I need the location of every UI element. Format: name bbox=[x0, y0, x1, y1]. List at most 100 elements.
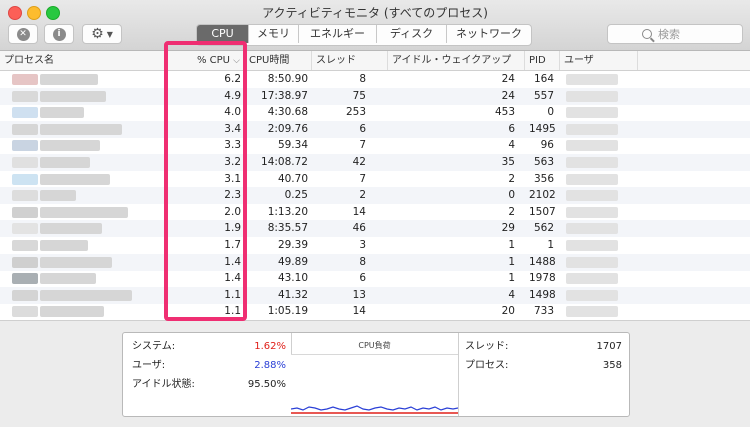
process-name-blurred bbox=[40, 223, 102, 235]
table-row[interactable]: 3.2 14:08.72 42 35 563 bbox=[0, 154, 750, 171]
idle-wakeups-cell: 2 bbox=[508, 205, 515, 218]
table-row[interactable]: 1.7 29.39 3 1 1 bbox=[0, 237, 750, 254]
user-name-blurred bbox=[566, 140, 618, 152]
column-header-cpu-time[interactable]: CPU時間 bbox=[245, 51, 312, 70]
user-name-blurred bbox=[566, 74, 618, 85]
chevron-down-icon: ▼ bbox=[106, 29, 113, 39]
table-row[interactable]: 1.4 43.10 6 1 1978 bbox=[0, 270, 750, 287]
process-name-blurred bbox=[40, 289, 132, 301]
x-circle-icon: ✕ bbox=[16, 27, 30, 41]
table-row[interactable]: 1.1 41.32 13 4 1498 bbox=[0, 286, 750, 304]
process-icon-blurred bbox=[12, 157, 38, 168]
user-name-blurred bbox=[566, 289, 618, 301]
process-name-blurred bbox=[40, 90, 106, 102]
table-row[interactable]: 3.3 59.34 7 4 96 bbox=[0, 137, 750, 154]
system-stat: システム: 1.62% bbox=[132, 339, 286, 355]
tab-disk[interactable]: ディスク bbox=[377, 25, 447, 43]
column-header-idle-wakeups[interactable]: アイドル・ウェイクアップ bbox=[388, 51, 525, 70]
table-row[interactable]: 2.3 0.25 2 0 2102 bbox=[0, 187, 750, 205]
user-stat: ユーザ: 2.88% bbox=[132, 358, 286, 374]
idle-wakeups-cell: 35 bbox=[501, 156, 515, 168]
threads-cell: 46 bbox=[352, 222, 366, 235]
pid-cell: 2102 bbox=[529, 189, 556, 202]
threads-cell: 13 bbox=[352, 288, 366, 301]
cpu-time-cell: 0.25 bbox=[284, 189, 308, 202]
activity-monitor-window: アクティビティモニタ (すべてのプロセス) ✕ i ⚙ ▼ CPU メモリ エネル… bbox=[0, 0, 750, 427]
process-name-blurred bbox=[40, 140, 100, 152]
table-row[interactable]: 6.2 8:50.90 8 24 164 bbox=[0, 71, 750, 88]
table-header: プロセス名 % CPU ⌵ CPU時間 スレッド アイドル・ウェイクアップ PI… bbox=[0, 51, 750, 71]
threads-cell: 3 bbox=[359, 239, 366, 251]
process-name-blurred bbox=[40, 190, 76, 202]
column-header-user[interactable]: ユーザ bbox=[560, 51, 638, 70]
process-name-blurred bbox=[40, 256, 112, 268]
user-cpu-value: 2.88% bbox=[254, 360, 286, 371]
pid-cell: 356 bbox=[533, 172, 554, 185]
process-icon-blurred bbox=[12, 173, 38, 185]
threads-cell: 6 bbox=[359, 122, 366, 135]
inspect-process-button[interactable]: i bbox=[44, 24, 74, 44]
window-title: アクティビティモニタ (すべてのプロセス) bbox=[262, 6, 488, 20]
threads-stat: スレッド: 1707 bbox=[465, 339, 622, 355]
user-name-blurred bbox=[566, 206, 618, 218]
cpu-summary-panel: システム: 1.62% ユーザ: 2.88% アイドル状態: 95.50% CP… bbox=[122, 332, 630, 417]
column-header-process-name[interactable]: プロセス名 bbox=[0, 51, 166, 70]
table-row[interactable]: 4.0 4:30.68 253 453 0 bbox=[0, 104, 750, 121]
idle-wakeups-cell: 4 bbox=[508, 288, 515, 301]
tab-network[interactable]: ネットワーク bbox=[447, 25, 531, 43]
cpu-time-cell: 40.70 bbox=[277, 172, 308, 185]
cpu-time-cell: 2:09.76 bbox=[267, 122, 308, 135]
gear-icon: ⚙ bbox=[91, 26, 104, 42]
idle-wakeups-cell: 1 bbox=[508, 255, 515, 268]
table-row[interactable]: 3.1 40.70 7 2 356 bbox=[0, 171, 750, 188]
action-menu-button[interactable]: ⚙ ▼ bbox=[82, 24, 122, 44]
idle-wakeups-cell: 29 bbox=[501, 222, 515, 235]
user-load-line bbox=[290, 405, 459, 411]
processes-stat: プロセス: 358 bbox=[465, 358, 622, 374]
idle-wakeups-cell: 1 bbox=[508, 239, 515, 251]
cpu-time-cell: 8:35.57 bbox=[267, 222, 308, 235]
cpu-time-cell: 14:08.72 bbox=[261, 156, 308, 168]
cpu-load-graph-svg bbox=[290, 405, 459, 414]
process-icon-blurred bbox=[12, 140, 38, 152]
threads-cell: 14 bbox=[352, 305, 366, 318]
threads-cell: 42 bbox=[352, 156, 366, 168]
column-header-threads[interactable]: スレッド bbox=[312, 51, 388, 70]
table-row[interactable]: 4.9 17:38.97 75 24 557 bbox=[0, 87, 750, 105]
search-input[interactable] bbox=[658, 27, 708, 41]
process-icon-blurred bbox=[12, 273, 38, 285]
idle-wakeups-cell: 4 bbox=[508, 139, 515, 152]
cpu-time-cell: 4:30.68 bbox=[267, 106, 308, 119]
process-name-blurred bbox=[40, 107, 84, 119]
process-icon-blurred bbox=[12, 223, 38, 235]
cpu-load-graph bbox=[290, 354, 459, 416]
cpu-time-cell: 29.39 bbox=[277, 239, 308, 251]
tab-memory[interactable]: メモリ bbox=[249, 25, 299, 43]
process-name-blurred bbox=[40, 306, 104, 318]
threads-cell: 2 bbox=[359, 189, 366, 202]
processes-value: 358 bbox=[602, 360, 622, 371]
pid-cell: 96 bbox=[540, 139, 554, 152]
cpu-time-cell: 59.34 bbox=[277, 139, 308, 152]
user-name-blurred bbox=[566, 273, 618, 285]
search-icon bbox=[642, 29, 652, 39]
threads-cell: 8 bbox=[359, 73, 366, 85]
threads-cell: 253 bbox=[345, 106, 366, 119]
tab-energy[interactable]: エネルギー bbox=[299, 25, 377, 43]
system-cpu-value: 1.62% bbox=[254, 341, 286, 352]
pid-cell: 0 bbox=[547, 106, 554, 119]
search-field[interactable] bbox=[607, 24, 743, 44]
pid-cell: 164 bbox=[533, 73, 554, 85]
table-row[interactable]: 1.9 8:35.57 46 29 562 bbox=[0, 220, 750, 238]
table-row[interactable]: 1.1 1:05.19 14 20 733 bbox=[0, 303, 750, 320]
column-header-pid[interactable]: PID bbox=[525, 51, 560, 70]
table-row[interactable]: 3.4 2:09.76 6 6 1495 bbox=[0, 120, 750, 138]
cpu-time-cell: 43.10 bbox=[277, 272, 308, 285]
process-icon-blurred bbox=[12, 206, 38, 218]
cpu-time-cell: 17:38.97 bbox=[261, 89, 308, 102]
pid-cell: 1488 bbox=[529, 255, 556, 268]
table-row[interactable]: 2.0 1:13.20 14 2 1507 bbox=[0, 204, 750, 221]
stop-process-button[interactable]: ✕ bbox=[8, 24, 38, 44]
table-row[interactable]: 1.4 49.89 8 1 1488 bbox=[0, 253, 750, 271]
user-name-blurred bbox=[566, 157, 618, 168]
